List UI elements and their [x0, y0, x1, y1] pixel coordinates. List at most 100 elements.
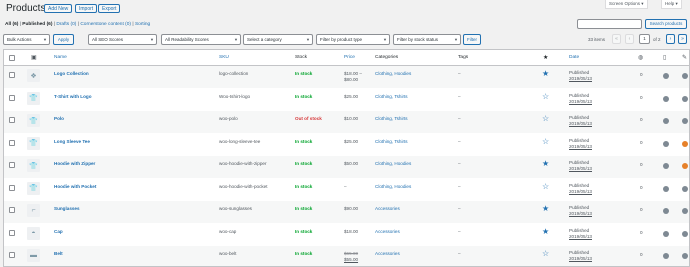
- last-page-button[interactable]: »: [678, 34, 687, 44]
- product-name-link[interactable]: Sunglasses: [54, 206, 80, 211]
- product-categories[interactable]: Clothing, Tshirts: [375, 116, 408, 121]
- product-tags: –: [458, 71, 461, 76]
- product-name-link[interactable]: Hoodie with Zipper: [54, 161, 95, 166]
- screen-options-button[interactable]: Screen Options ▾: [605, 0, 648, 9]
- page-title: Products: [6, 3, 46, 14]
- product-categories[interactable]: Accessories: [375, 229, 400, 234]
- product-categories[interactable]: Accessories: [375, 206, 400, 211]
- help-button[interactable]: Help ▾: [661, 0, 682, 9]
- current-page-input[interactable]: 1: [639, 34, 650, 44]
- import-button[interactable]: Import: [75, 4, 98, 13]
- product-categories[interactable]: Accessories: [375, 251, 400, 256]
- seo-score-select[interactable]: All SEO Scores ▼: [88, 34, 157, 45]
- product-thumbnail[interactable]: 👕: [27, 114, 40, 127]
- product-thumbnail[interactable]: ⌐: [27, 204, 40, 217]
- view-cornerstone[interactable]: Cornerstone content (0): [80, 22, 131, 27]
- product-name-link[interactable]: T-Shirt with Logo: [54, 94, 92, 99]
- product-categories[interactable]: Clothing, Tshirts: [375, 94, 408, 99]
- product-thumbnail[interactable]: ❖: [27, 69, 40, 82]
- stock-status-select[interactable]: Filter by stock status ▼: [393, 34, 461, 45]
- product-categories[interactable]: Clothing, Tshirts: [375, 139, 408, 144]
- readability-select[interactable]: All Readability Scores ▼: [161, 34, 241, 45]
- row-checkbox[interactable]: [9, 252, 15, 258]
- product-sku: woo-hoodie-with-zipper: [219, 161, 267, 166]
- view-all[interactable]: All (6): [5, 22, 18, 27]
- product-categories[interactable]: Clothing, Hoodies: [375, 161, 411, 166]
- seo-score-dot: [663, 208, 669, 214]
- row-checkbox[interactable]: [9, 162, 15, 168]
- prev-page-button[interactable]: ‹: [625, 34, 634, 44]
- stock-status: In stock: [295, 183, 313, 189]
- featured-star-icon[interactable]: ☆: [542, 182, 549, 191]
- view-sorting[interactable]: Sorting: [135, 22, 150, 27]
- table-row: ▬ Belt woo-belt In stock $65.00 $55.00 Accesso…: [4, 246, 689, 266]
- product-tags: –: [458, 161, 461, 166]
- column-name[interactable]: Name: [54, 55, 67, 60]
- product-categories[interactable]: Clothing, Hoodies: [375, 71, 411, 76]
- link-count: 0: [640, 184, 643, 190]
- product-price: $50.00: [344, 161, 359, 166]
- row-checkbox[interactable]: [9, 207, 15, 213]
- product-tags: –: [458, 228, 461, 234]
- view-drafts[interactable]: Drafts (0): [56, 22, 76, 27]
- row-checkbox[interactable]: [9, 184, 15, 191]
- add-new-button[interactable]: Add New: [44, 4, 73, 13]
- product-thumbnail[interactable]: 👕: [27, 136, 40, 150]
- product-name-link[interactable]: Long Sleeve Tee: [54, 139, 90, 144]
- table-row: ❖ Logo Collection logo-collection In stock $…: [4, 66, 689, 88]
- apply-button[interactable]: Apply: [53, 34, 74, 45]
- next-page-button[interactable]: ›: [666, 34, 675, 44]
- featured-star-icon[interactable]: ☆: [542, 92, 549, 101]
- readability-dot: [682, 73, 688, 79]
- product-date: Published 2019/05/13: [569, 92, 592, 104]
- product-name-link[interactable]: Cap: [54, 229, 63, 234]
- product-name-link[interactable]: Logo Collection: [54, 71, 89, 76]
- stock-status: In stock: [295, 161, 313, 166]
- first-page-button[interactable]: «: [612, 34, 621, 44]
- row-checkbox[interactable]: [9, 229, 15, 236]
- chevron-down-icon: ▼: [383, 37, 387, 42]
- row-checkbox[interactable]: [9, 94, 15, 101]
- featured-star-icon[interactable]: ★: [542, 227, 549, 236]
- export-button[interactable]: Export: [98, 4, 121, 13]
- product-date: Published 2019/05/13: [569, 182, 592, 194]
- product-date: Published 2019/05/13: [569, 205, 592, 216]
- category-select[interactable]: Select a category ▼: [243, 34, 313, 45]
- row-checkbox[interactable]: [9, 117, 15, 123]
- product-thumbnail[interactable]: 👕: [27, 159, 40, 172]
- select-all-checkbox[interactable]: [9, 55, 15, 61]
- product-type-select[interactable]: Filter by product type ▼: [316, 34, 390, 45]
- column-price[interactable]: Price: [344, 55, 355, 60]
- featured-star-icon[interactable]: ☆: [542, 250, 549, 258]
- product-tags: –: [458, 93, 461, 99]
- featured-star-icon[interactable]: ★: [542, 205, 549, 213]
- seo-score-dot: [663, 163, 669, 169]
- bulk-actions-select[interactable]: Bulk Actions ▼: [3, 34, 50, 45]
- featured-star-icon[interactable]: ☆: [542, 115, 549, 123]
- seo-score-dot: [663, 95, 669, 102]
- search-input[interactable]: [577, 19, 642, 29]
- product-name-link[interactable]: Hoodie with Pocket: [54, 184, 96, 189]
- product-name-link[interactable]: Polo: [54, 116, 64, 121]
- product-categories[interactable]: Clothing, Hoodies: [375, 184, 411, 189]
- featured-star-icon[interactable]: ☆: [542, 137, 549, 146]
- featured-star-icon[interactable]: ★: [542, 70, 549, 78]
- product-thumbnail[interactable]: 👕: [27, 181, 40, 195]
- link-count: 0: [640, 94, 643, 100]
- search-products-button[interactable]: Search products: [645, 19, 687, 29]
- filter-button[interactable]: Filter: [463, 34, 481, 45]
- product-thumbnail[interactable]: 👕: [27, 91, 40, 105]
- product-name-link[interactable]: Belt: [54, 251, 63, 256]
- product-thumbnail[interactable]: ▬: [27, 249, 40, 262]
- seo-score-dot: [663, 118, 669, 124]
- row-checkbox[interactable]: [9, 72, 15, 78]
- row-checkbox[interactable]: [9, 139, 15, 146]
- column-date[interactable]: Date: [569, 55, 579, 60]
- product-thumbnail[interactable]: ◓: [27, 226, 40, 240]
- seo-score-dot: [663, 140, 669, 147]
- column-sku[interactable]: SKU: [219, 55, 229, 60]
- featured-star-icon[interactable]: ★: [542, 160, 549, 168]
- product-sku: logo-collection: [219, 71, 249, 76]
- view-published[interactable]: Published (6): [22, 22, 52, 27]
- featured-star-icon[interactable]: ★: [543, 54, 548, 61]
